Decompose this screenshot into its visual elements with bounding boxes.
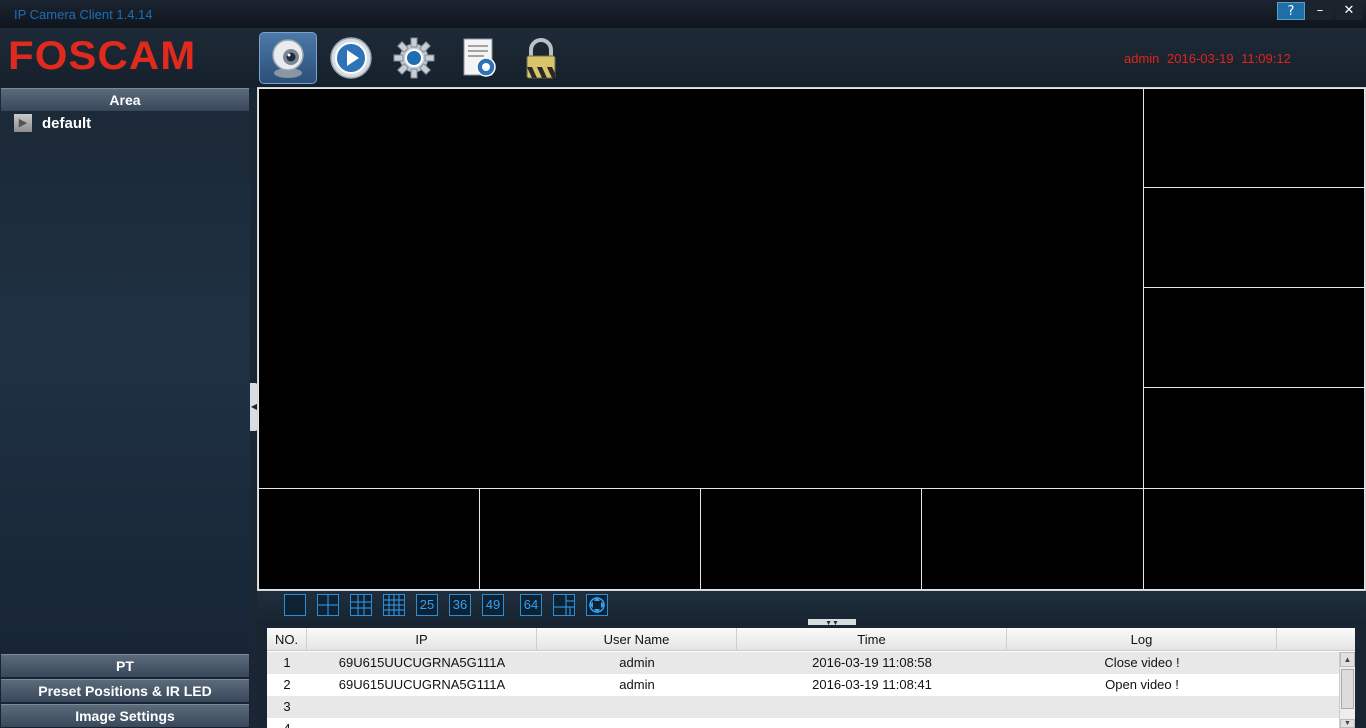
scroll-down-icon[interactable]: ▼	[1340, 719, 1355, 728]
preset-section-header[interactable]: Preset Positions & IR LED	[1, 679, 249, 702]
foscam-logo: FOSCAM	[8, 34, 197, 78]
scroll-up-icon[interactable]: ▲	[1340, 652, 1355, 667]
grid-4-icon	[318, 595, 338, 615]
custom-layout-icon	[554, 595, 574, 615]
grid-9-icon	[351, 595, 371, 615]
close-button[interactable]: ✕	[1335, 2, 1363, 20]
title-bar: IP Camera Client 1.4.14 ? – ✕	[0, 0, 1366, 28]
video-cell[interactable]	[258, 488, 480, 590]
image-settings-section-header[interactable]: Image Settings	[1, 704, 249, 727]
minimize-button[interactable]: –	[1306, 2, 1334, 20]
column-header-user[interactable]: User Name	[537, 628, 737, 651]
video-cell[interactable]	[1143, 387, 1365, 489]
log-scrollbar[interactable]: ▲ ▼	[1339, 652, 1355, 728]
cell-user: admin	[619, 677, 655, 692]
cell-ip: 69U615UUCUGRNA5G111A	[338, 655, 506, 670]
lock-icon	[526, 38, 556, 79]
layout-36-button[interactable]: 36	[449, 594, 471, 616]
layout-4-button[interactable]	[317, 594, 339, 616]
help-button[interactable]: ?	[1277, 2, 1305, 20]
table-row[interactable]: 4	[267, 718, 1339, 728]
pt-section-header[interactable]: PT	[1, 654, 249, 677]
video-cell[interactable]	[1143, 287, 1365, 388]
log-button[interactable]	[450, 32, 508, 84]
header-bar: FOSCAM admin 2016-03-19 11:09:12	[0, 28, 1366, 88]
layout-1-button[interactable]	[284, 594, 306, 616]
tree-item-label: default	[42, 114, 92, 132]
log-table: NO. IP User Name Time Log 1 69U615UUCUGR…	[267, 628, 1355, 728]
layout-64-button[interactable]: 64	[520, 594, 542, 616]
current-time: 11:09:12	[1241, 51, 1291, 66]
column-header-no[interactable]: NO.	[267, 628, 307, 651]
video-cell-main[interactable]	[258, 88, 1144, 489]
left-panel: Area ▶ default PT Preset Positions & IR …	[0, 88, 250, 728]
layout-9-button[interactable]	[350, 594, 372, 616]
chevron-right-icon[interactable]: ▶	[14, 114, 32, 132]
webcam-icon	[272, 39, 304, 78]
layout-25-button[interactable]: 25	[416, 594, 438, 616]
cell-log: Open video !	[1105, 677, 1179, 692]
cell-time: 2016-03-19 11:08:58	[812, 655, 932, 670]
table-row[interactable]: 3	[267, 696, 1339, 718]
document-icon	[463, 38, 496, 77]
gear-icon	[393, 37, 435, 79]
area-section-header[interactable]: Area	[1, 88, 249, 111]
layout-custom-button[interactable]	[553, 594, 575, 616]
current-user: admin	[1124, 51, 1160, 66]
table-header: NO. IP User Name Time Log	[267, 628, 1355, 651]
cell-user: admin	[619, 655, 655, 670]
video-grid	[257, 87, 1366, 591]
playback-button[interactable]	[322, 32, 380, 84]
cell-ip: 69U615UUCUGRNA5G111A	[338, 677, 506, 692]
scroll-thumb[interactable]	[1341, 669, 1354, 709]
cell-no: 3	[283, 699, 291, 714]
user-datetime: admin 2016-03-19 11:09:12	[1124, 51, 1291, 66]
video-cell[interactable]	[1143, 88, 1365, 188]
video-cell[interactable]	[700, 488, 922, 590]
video-cell[interactable]	[921, 488, 1144, 590]
lock-button[interactable]	[512, 32, 570, 84]
window-title: IP Camera Client 1.4.14	[14, 7, 153, 22]
cell-log: Close video !	[1104, 655, 1180, 670]
video-cell[interactable]	[1143, 488, 1365, 590]
cell-time: 2016-03-19 11:08:41	[812, 677, 932, 692]
column-header-ip[interactable]: IP	[307, 628, 537, 651]
column-header-log[interactable]: Log	[1007, 628, 1277, 651]
video-cell[interactable]	[479, 488, 701, 590]
live-view-button[interactable]	[259, 32, 317, 84]
cell-no: 2	[283, 677, 291, 692]
settings-button[interactable]	[385, 32, 443, 84]
cell-no: 1	[283, 655, 291, 670]
layout-49-button[interactable]: 49	[482, 594, 504, 616]
layout-16-button[interactable]	[383, 594, 405, 616]
table-row[interactable]: 1 69U615UUCUGRNA5G111A admin 2016-03-19 …	[267, 652, 1339, 674]
tree-item-default[interactable]: ▶ default	[14, 114, 91, 132]
fullscreen-button[interactable]	[586, 594, 608, 616]
video-cell[interactable]	[1143, 187, 1365, 288]
current-date: 2016-03-19	[1167, 51, 1234, 66]
table-row[interactable]: 2 69U615UUCUGRNA5G111A admin 2016-03-19 …	[267, 674, 1339, 696]
cell-no: 4	[267, 718, 307, 728]
column-header-time[interactable]: Time	[737, 628, 1007, 651]
fullscreen-icon	[589, 597, 605, 613]
play-icon	[330, 37, 372, 79]
grid-16-icon	[384, 595, 404, 615]
log-panel: NO. IP User Name Time Log 1 69U615UUCUGR…	[257, 625, 1366, 728]
app-window: IP Camera Client 1.4.14 ? – ✕ FOSCAM adm…	[0, 0, 1366, 728]
